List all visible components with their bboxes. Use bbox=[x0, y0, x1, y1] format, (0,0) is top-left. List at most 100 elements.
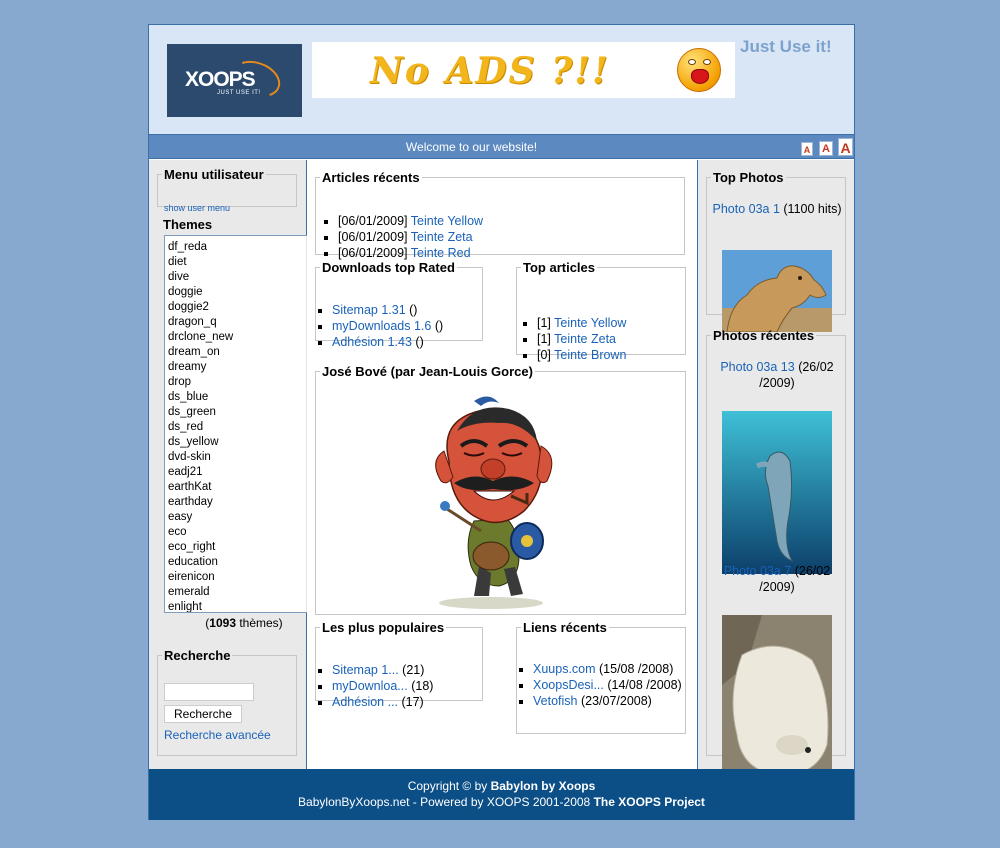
theme-option[interactable]: ds_green bbox=[168, 405, 233, 420]
footer: Copyright © by Babylon by Xoops BabylonB… bbox=[149, 769, 854, 820]
themes-title: Themes bbox=[163, 217, 213, 232]
photo-link[interactable]: Photo 03a 13 bbox=[720, 360, 794, 374]
list-item: Sitemap 1... (21) bbox=[332, 662, 433, 678]
dolphin-photo[interactable] bbox=[722, 411, 832, 574]
top-articles-title: Top articles bbox=[523, 260, 596, 275]
shouting-smiley-icon bbox=[677, 48, 721, 92]
header: XOOPS JUST USE IT! No ADS ?!! Just Use i… bbox=[149, 25, 854, 135]
banner-ad[interactable]: No ADS ?!! bbox=[312, 42, 735, 98]
theme-option[interactable]: df_reda bbox=[168, 240, 233, 255]
popular-link[interactable]: Sitemap 1... bbox=[332, 663, 399, 677]
font-size-large-button[interactable]: A bbox=[838, 138, 853, 156]
download-link[interactable]: Sitemap 1.31 bbox=[332, 303, 406, 317]
theme-option[interactable]: dreamy bbox=[168, 360, 233, 375]
theme-option[interactable]: drop bbox=[168, 375, 233, 390]
list-item: Xuups.com (15/08 /2008) bbox=[533, 661, 683, 677]
camel-photo[interactable] bbox=[722, 250, 832, 332]
article-link[interactable]: Teinte Zeta bbox=[554, 332, 616, 346]
themes-count-value: 1093 bbox=[209, 616, 236, 630]
powered-by-line: BabylonByXoops.net - Powered by XOOPS 20… bbox=[298, 795, 705, 809]
article-link[interactable]: Teinte Yellow bbox=[554, 316, 626, 330]
weblink[interactable]: Xuups.com bbox=[533, 662, 596, 676]
list-item: Adhésion 1.43 () bbox=[332, 334, 443, 350]
download-link[interactable]: myDownloads 1.6 bbox=[332, 319, 431, 333]
user-menu-block: Menu utilisateur show user menu bbox=[157, 167, 297, 213]
copyright-line: Copyright © by Babylon by Xoops bbox=[407, 779, 596, 793]
theme-option[interactable]: ds_yellow bbox=[168, 435, 233, 450]
banner-text: No ADS ?!! bbox=[370, 50, 610, 92]
theme-option[interactable]: eadj21 bbox=[168, 465, 233, 480]
caricature-image[interactable] bbox=[419, 391, 569, 616]
list-item: XoopsDesi... (14/08 /2008) bbox=[533, 677, 683, 693]
theme-option[interactable]: eco bbox=[168, 525, 233, 540]
theme-option[interactable]: ds_red bbox=[168, 420, 233, 435]
list-item: [1] Teinte Yellow bbox=[537, 315, 626, 331]
theme-option[interactable]: drclone_new bbox=[168, 330, 233, 345]
site-logo[interactable]: XOOPS JUST USE IT! bbox=[167, 44, 302, 117]
advanced-search-link[interactable]: Recherche avancée bbox=[164, 728, 271, 742]
recent-links-title: Liens récents bbox=[523, 620, 607, 635]
theme-option[interactable]: doggie2 bbox=[168, 300, 233, 315]
search-input[interactable] bbox=[164, 683, 254, 701]
main-content: Articles récents [06/01/2009] Teinte Yel… bbox=[307, 160, 697, 769]
theme-option[interactable]: dragon_q bbox=[168, 315, 233, 330]
theme-option[interactable]: earthKat bbox=[168, 480, 233, 495]
most-popular-title: Les plus populaires bbox=[322, 620, 445, 635]
caricature-title: José Bové (par Jean-Louis Gorce) bbox=[322, 364, 533, 379]
article-link[interactable]: Teinte Yellow bbox=[411, 214, 483, 228]
left-sidebar: Menu utilisateur show user menu Themes d… bbox=[149, 160, 324, 769]
theme-option[interactable]: doggie bbox=[168, 285, 233, 300]
list-item: [0] Teinte Brown bbox=[537, 347, 626, 363]
article-link[interactable]: Teinte Brown bbox=[554, 348, 626, 362]
theme-option[interactable]: dream_on bbox=[168, 345, 233, 360]
popular-link[interactable]: myDownloa... bbox=[332, 679, 408, 693]
photo-link[interactable]: Photo 03a 1 bbox=[712, 202, 779, 216]
logo-text: XOOPS bbox=[185, 68, 256, 91]
theme-option[interactable]: eco_right bbox=[168, 540, 233, 555]
photo-link[interactable]: Photo 03a 7 bbox=[724, 564, 791, 578]
list-item: Adhésion ... (17) bbox=[332, 694, 433, 710]
search-button[interactable]: Recherche bbox=[164, 705, 242, 723]
theme-option[interactable]: emerald bbox=[168, 585, 233, 600]
welcome-bar: Welcome to our website! A A A bbox=[149, 135, 854, 159]
recent-links-block: Liens récents Xuups.com (15/08 /2008) Xo… bbox=[516, 620, 686, 734]
article-link[interactable]: Teinte Red bbox=[411, 246, 471, 260]
xoops-project-link[interactable]: The XOOPS Project bbox=[594, 795, 705, 809]
theme-option[interactable]: dive bbox=[168, 270, 233, 285]
weblink[interactable]: XoopsDesi... bbox=[533, 678, 604, 692]
list-item: Sitemap 1.31 () bbox=[332, 302, 443, 318]
font-size-small-button[interactable]: A bbox=[801, 142, 813, 156]
article-link[interactable]: Teinte Zeta bbox=[411, 230, 473, 244]
photo-caption: Photo 03a 7 (26/02 /2009) bbox=[723, 564, 831, 594]
theme-option[interactable]: diet bbox=[168, 255, 233, 270]
top-photos-block: Top Photos Photo 03a 1 (1100 hits) bbox=[706, 170, 846, 332]
theme-option[interactable]: ds_blue bbox=[168, 390, 233, 405]
polar-bear-photo[interactable] bbox=[722, 615, 832, 779]
list-item: [06/01/2009] Teinte Zeta bbox=[338, 229, 483, 245]
theme-option[interactable]: earthday bbox=[168, 495, 233, 510]
search-block: Recherche Recherche Recherche avancée bbox=[157, 648, 297, 756]
caricature-block: José Bové (par Jean-Louis Gorce) bbox=[315, 364, 686, 615]
theme-option[interactable]: enlight bbox=[168, 600, 233, 612]
photo-caption: Photo 03a 1 (1100 hits) bbox=[712, 202, 842, 216]
welcome-text: Welcome to our website! bbox=[405, 140, 538, 154]
font-size-medium-button[interactable]: A bbox=[819, 141, 833, 156]
themes-listbox[interactable]: df_reda diet dive doggie doggie2 dragon_q drcl… bbox=[164, 235, 324, 613]
weblink[interactable]: Vetofish bbox=[533, 694, 577, 708]
babylon-link[interactable]: Babylon by Xoops bbox=[491, 779, 596, 793]
downloads-top-rated-block: Downloads top Rated Sitemap 1.31 () myDo… bbox=[315, 260, 483, 349]
theme-option[interactable]: easy bbox=[168, 510, 233, 525]
theme-option[interactable]: education bbox=[168, 555, 233, 570]
show-user-menu-link[interactable]: show user menu bbox=[164, 203, 230, 213]
theme-option[interactable]: dvd-skin bbox=[168, 450, 233, 465]
smiley-eye bbox=[688, 59, 696, 65]
theme-option[interactable]: eirenicon bbox=[168, 570, 233, 585]
download-link[interactable]: Adhésion 1.43 bbox=[332, 335, 412, 349]
top-articles-block: Top articles [1] Teinte Yellow [1] Teint… bbox=[516, 260, 686, 362]
list-item: myDownloa... (18) bbox=[332, 678, 433, 694]
page-container: XOOPS JUST USE IT! No ADS ?!! Just Use i… bbox=[148, 24, 855, 820]
list-item: [1] Teinte Zeta bbox=[537, 331, 626, 347]
popular-link[interactable]: Adhésion ... bbox=[332, 695, 398, 709]
site-slogan: Just Use it! bbox=[740, 37, 832, 56]
logo-tagline: JUST USE IT! bbox=[217, 90, 261, 96]
